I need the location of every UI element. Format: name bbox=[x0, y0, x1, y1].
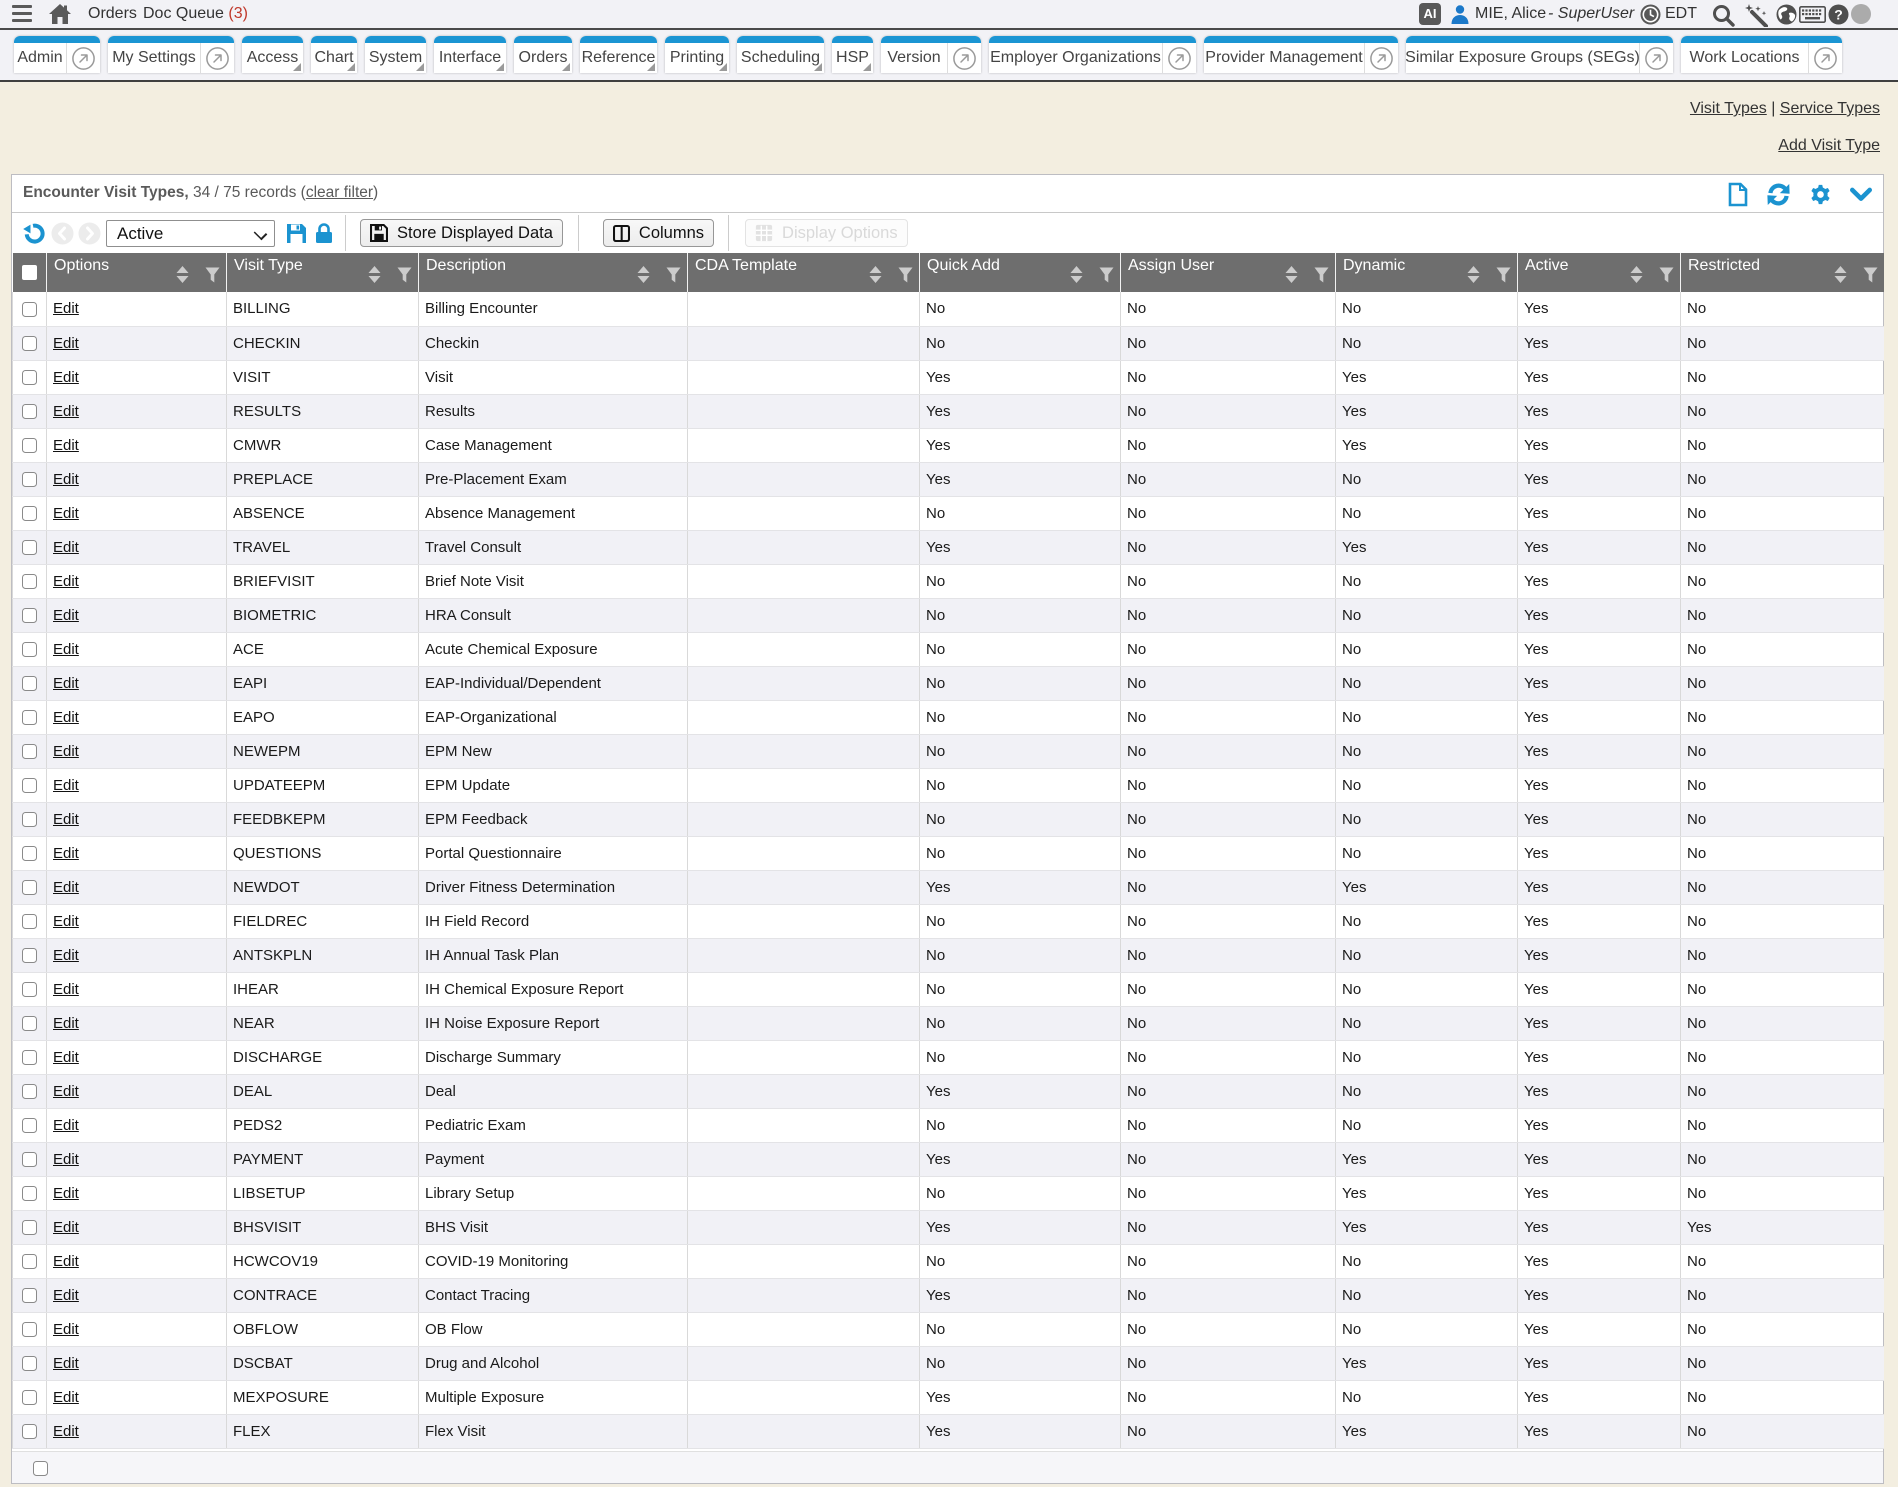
svg-text:?: ? bbox=[1834, 7, 1843, 23]
